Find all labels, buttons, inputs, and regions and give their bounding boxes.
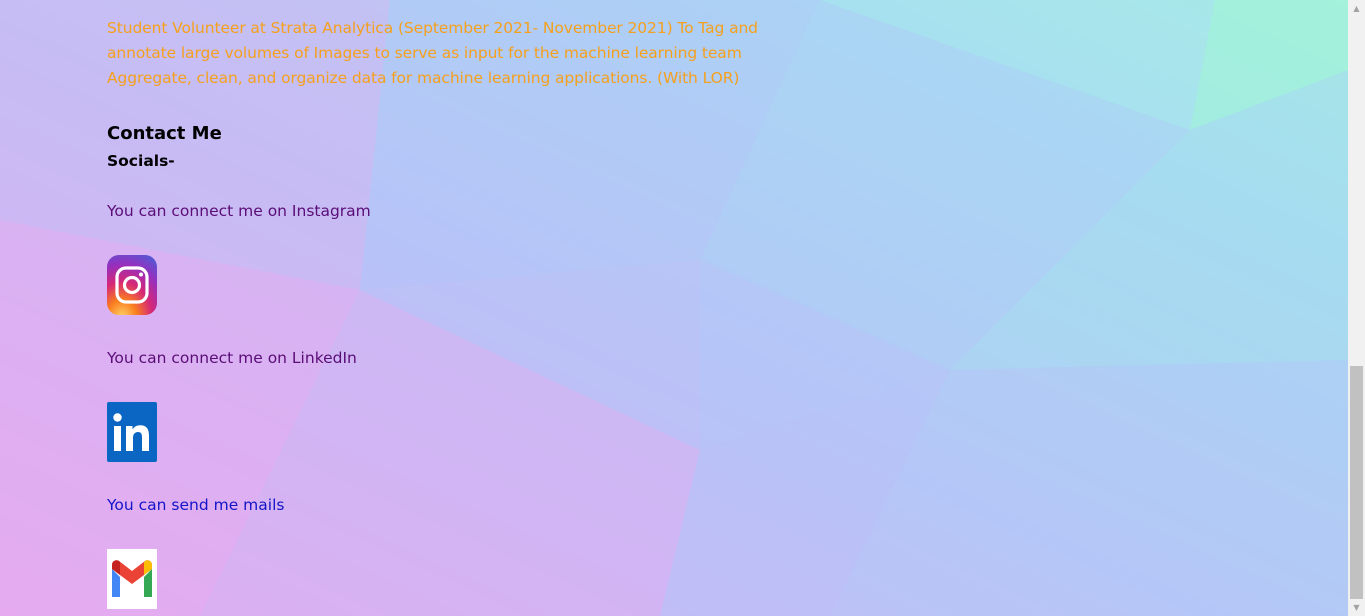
instagram-connect-text: You can connect me on Instagram	[107, 202, 371, 220]
socials-title: Socials-	[107, 152, 175, 170]
experience-description: Student Volunteer at Strata Analytica (S…	[107, 19, 758, 87]
instagram-icon	[107, 255, 157, 315]
linkedin-link[interactable]	[107, 402, 157, 462]
scroll-up-arrow-icon[interactable]: ▲	[1348, 0, 1365, 17]
gmail-icon	[107, 549, 157, 609]
scrollbar-thumb[interactable]	[1350, 366, 1363, 599]
instagram-link[interactable]	[107, 255, 157, 315]
vertical-scrollbar[interactable]: ▲ ▼	[1348, 0, 1365, 616]
scroll-down-arrow-icon[interactable]: ▼	[1348, 599, 1365, 616]
contact-title: Contact Me	[107, 123, 222, 144]
mail-connect-text: You can send me mails	[107, 496, 285, 514]
linkedin-connect-text: You can connect me on LinkedIn	[107, 349, 357, 367]
gmail-link[interactable]	[107, 549, 157, 609]
background-lowpoly	[0, 0, 1348, 616]
linkedin-icon	[107, 402, 157, 462]
